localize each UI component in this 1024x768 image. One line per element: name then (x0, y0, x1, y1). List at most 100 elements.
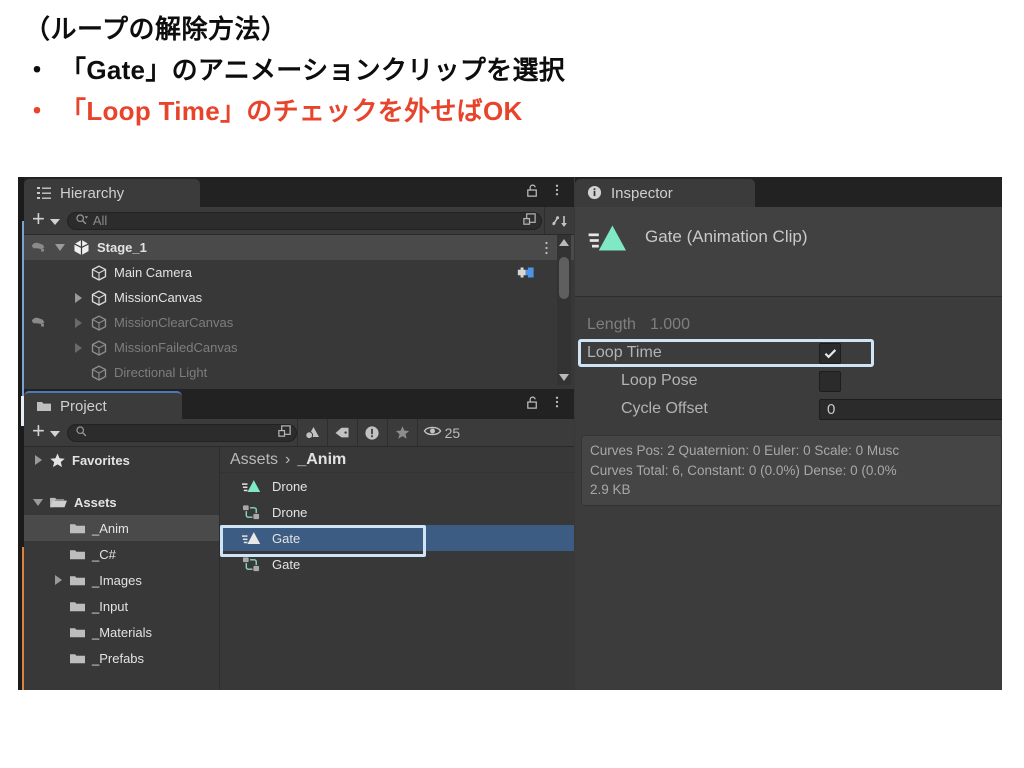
scroll-up-arrow-icon[interactable] (559, 239, 569, 246)
gameobject-icon (90, 364, 108, 382)
project-asset-list[interactable]: Assets › _Anim Drone Drone Gate Gate (219, 447, 574, 690)
star-icon[interactable] (387, 419, 417, 446)
hierarchy-add-button[interactable]: + (24, 208, 47, 233)
folder-icon (69, 625, 86, 640)
project-visibility-control[interactable]: 25 (417, 419, 465, 446)
bullet-marker: ・ (24, 53, 50, 87)
hierarchy-row[interactable]: Stage_1 (24, 235, 574, 260)
project-tree-row[interactable]: Favorites (24, 447, 219, 473)
bullet-marker: ・ (24, 94, 50, 128)
folder-icon (36, 398, 52, 414)
expand-toggle[interactable] (52, 244, 68, 251)
hierarchy-row[interactable]: MissionFailedCanvas (24, 335, 574, 360)
kebab-menu-icon[interactable] (550, 182, 564, 201)
open-in-new-icon[interactable] (277, 424, 292, 442)
folder-icon (69, 573, 86, 588)
expand-toggle[interactable] (70, 293, 86, 303)
loop-pose-label: Loop Pose (621, 372, 698, 390)
gameobject-icon (90, 264, 108, 282)
chevron-right-icon[interactable] (75, 293, 82, 303)
project-asset-row[interactable]: Drone (220, 499, 574, 525)
property-row-loop-time[interactable]: Loop Time (575, 339, 1002, 367)
open-in-new-icon[interactable] (522, 212, 537, 230)
expand-toggle[interactable] (70, 318, 86, 328)
project-tree-row[interactable]: _Input (24, 593, 219, 619)
project-tree-row[interactable]: _Anim (24, 515, 219, 541)
loop-pose-checkbox[interactable] (819, 371, 841, 392)
cycle-offset-field[interactable]: 0 (819, 399, 1002, 420)
stats-line: Curves Total: 6, Constant: 0 (0.0%) Dens… (590, 461, 993, 481)
project-asset-row[interactable]: Drone (220, 473, 574, 499)
label-tag-icon[interactable] (327, 419, 357, 446)
hierarchy-search-input[interactable]: All (67, 212, 542, 230)
kebab-menu-icon[interactable] (541, 240, 552, 256)
expand-toggle[interactable] (30, 455, 46, 465)
project-asset-rows[interactable]: Drone Drone Gate Gate (220, 473, 574, 577)
chevron-down-icon[interactable] (33, 499, 43, 506)
chevron-right-icon[interactable] (55, 575, 62, 585)
project-asset-label: Gate (272, 557, 300, 572)
scrollbar-thumb[interactable] (559, 257, 569, 299)
star-icon (49, 452, 66, 469)
tab-hierarchy[interactable]: Hierarchy (24, 179, 200, 207)
hierarchy-scrollbar[interactable] (557, 235, 571, 385)
property-row-loop-pose[interactable]: Loop Pose (575, 367, 1002, 395)
info-icon (587, 185, 603, 201)
gameobject-icon (90, 314, 108, 332)
project-add-button[interactable]: + (24, 420, 47, 445)
hierarchy-toolbar: + All (24, 207, 574, 235)
warning-icon[interactable] (357, 419, 387, 446)
project-tree-row[interactable]: _Materials (24, 619, 219, 645)
project-asset-row[interactable]: Gate (220, 551, 574, 577)
project-asset-row[interactable]: Gate (220, 525, 574, 551)
lock-open-icon[interactable] (525, 183, 540, 201)
expand-toggle[interactable] (50, 575, 66, 585)
tab-project[interactable]: Project (24, 391, 182, 419)
hierarchy-row-label: MissionCanvas (114, 290, 202, 305)
project-search-input[interactable] (67, 424, 297, 442)
expand-toggle[interactable] (30, 499, 46, 506)
hierarchy-row[interactable]: Directional Light (24, 360, 574, 385)
project-visible-count: 25 (445, 425, 461, 441)
hierarchy-add-dropdown-icon[interactable] (50, 219, 60, 225)
bullet-text: 「Loop Time」のチェックを外せばOK (60, 94, 523, 129)
hierarchy-tabstrip: Hierarchy (24, 177, 574, 207)
scroll-down-arrow-icon[interactable] (559, 374, 569, 381)
hierarchy-row-label: MissionClearCanvas (114, 315, 233, 330)
search-icon (75, 213, 88, 229)
asset-type-filter-icon[interactable] (297, 419, 327, 446)
hierarchy-row-label: MissionFailedCanvas (114, 340, 238, 355)
hierarchy-tree[interactable]: Stage_1 Main Camera MissionCanvas Missio… (24, 235, 574, 387)
kebab-menu-icon[interactable] (550, 394, 564, 413)
chevron-right-icon[interactable] (75, 343, 82, 353)
hierarchy-sort-icon[interactable] (544, 207, 574, 234)
project-folder-tree[interactable]: Favorites Assets_Anim_C#_Images_Input_Ma… (24, 447, 219, 690)
slide-text-block: （ループの解除方法） ・ 「Gate」のアニメーションクリップを選択 ・ 「Lo… (24, 12, 1004, 129)
expand-toggle[interactable] (70, 343, 86, 353)
project-tree-row[interactable]: _Images (24, 567, 219, 593)
project-tree-row[interactable]: Assets (24, 489, 219, 515)
hierarchy-row[interactable]: MissionClearCanvas (24, 310, 574, 335)
chevron-right-icon[interactable] (75, 318, 82, 328)
breadcrumb-root[interactable]: Assets (230, 451, 278, 469)
project-add-dropdown-icon[interactable] (50, 431, 60, 437)
property-row-cycle-offset[interactable]: Cycle Offset 0 (575, 395, 1002, 423)
hierarchy-row[interactable]: MissionCanvas (24, 285, 574, 310)
loop-time-checkbox[interactable] (819, 343, 841, 364)
project-tree-label: Favorites (72, 453, 130, 468)
project-tree-row[interactable]: _C# (24, 541, 219, 567)
animator-controller-icon (242, 556, 266, 573)
scene-visibility-hand-icon[interactable] (30, 238, 52, 258)
inspector-tabstrip: Inspector (575, 177, 1002, 207)
tab-inspector[interactable]: Inspector (575, 179, 755, 207)
scene-visibility-hand-icon[interactable] (30, 313, 52, 333)
breadcrumb: Assets › _Anim (220, 447, 574, 473)
project-tree-row[interactable]: _Prefabs (24, 645, 219, 671)
chevron-down-icon[interactable] (55, 244, 65, 251)
hierarchy-row[interactable]: Main Camera (24, 260, 574, 285)
chevron-right-icon[interactable] (35, 455, 42, 465)
search-icon (75, 425, 88, 441)
project-asset-label: Drone (272, 505, 307, 520)
lock-open-icon[interactable] (525, 395, 540, 413)
prefab-component-icon[interactable] (516, 264, 538, 281)
